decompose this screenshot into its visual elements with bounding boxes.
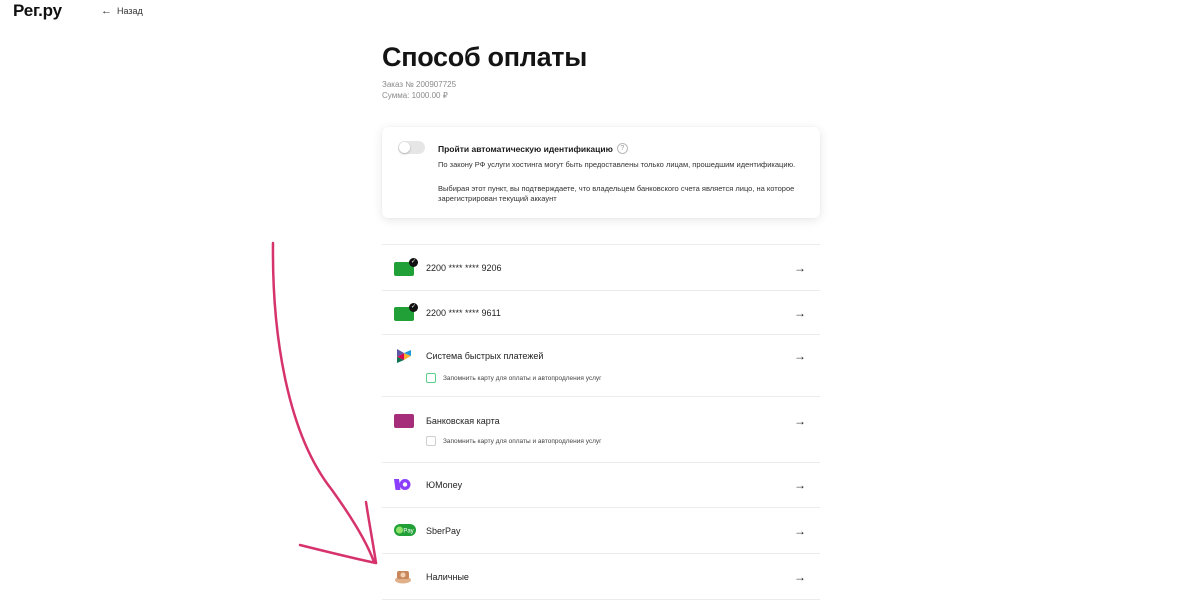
- payment-method-label: Система быстрых платежей: [426, 351, 544, 361]
- toggle-knob: [399, 142, 410, 153]
- payment-method-card-9611[interactable]: ✓ 2200 **** **** 9611 →: [382, 291, 820, 335]
- payment-method-card-9206[interactable]: ✓ 2200 **** **** 9206 →: [382, 245, 820, 291]
- check-icon: ✓: [409, 258, 418, 267]
- sberpay-icon: Pay: [394, 524, 416, 536]
- bank-card-icon: [394, 414, 414, 428]
- help-icon[interactable]: ?: [616, 143, 628, 154]
- saved-card-icon: ✓: [394, 258, 418, 276]
- remember-card-label: Запомнить карту для оплаты и автопродлен…: [443, 437, 602, 445]
- logo[interactable]: Рег.ру: [13, 1, 62, 21]
- page-title: Способ оплаты: [382, 42, 587, 72]
- arrow-left-icon: ←: [101, 4, 112, 17]
- order-info: Заказ № 200907725 Сумма: 1000.00 ₽: [382, 79, 456, 101]
- arrow-right-icon: →: [794, 478, 806, 492]
- back-link[interactable]: ← Назад: [101, 4, 143, 17]
- sberpay-icon-text: Pay: [403, 528, 413, 534]
- payment-method-yoomoney[interactable]: ЮMoney →: [382, 463, 820, 508]
- arrow-right-icon: →: [794, 570, 806, 584]
- payment-method-label: ЮMoney: [426, 480, 463, 490]
- payment-method-label: SberPay: [426, 526, 461, 536]
- identification-law-text: По закону РФ услуги хостинга могут быть …: [438, 160, 796, 169]
- payment-method-sbp[interactable]: Система быстрых платежей → Запомнить кар…: [382, 335, 820, 397]
- back-label: Назад: [117, 6, 143, 16]
- check-icon: ✓: [409, 303, 418, 312]
- yoomoney-icon: [394, 479, 411, 490]
- payment-method-cash[interactable]: Наличные →: [382, 554, 820, 600]
- remember-card-label: Запомнить карту для оплаты и автопродлен…: [443, 374, 602, 382]
- payment-method-sberpay[interactable]: Pay SberPay →: [382, 508, 820, 554]
- identification-title: Пройти автоматическую идентификацию ?: [438, 143, 628, 154]
- arrow-right-icon: →: [794, 349, 806, 363]
- identification-card: Пройти автоматическую идентификацию ? По…: [382, 127, 820, 218]
- arrow-right-icon: →: [794, 261, 806, 275]
- sbp-icon: [397, 349, 411, 363]
- cash-icon: [395, 571, 411, 584]
- remember-card-checkbox[interactable]: [426, 373, 436, 383]
- remember-card-option[interactable]: Запомнить карту для оплаты и автопродлен…: [426, 436, 602, 446]
- arrow-right-icon: →: [794, 524, 806, 538]
- order-amount: Сумма: 1000.00 ₽: [382, 91, 448, 100]
- identification-consent-text: Выбирая этот пункт, вы подтверждаете, чт…: [438, 184, 795, 203]
- saved-card-icon: ✓: [394, 303, 418, 321]
- arrow-right-icon: →: [794, 414, 806, 428]
- payment-method-label: Банковская карта: [426, 416, 500, 426]
- identification-toggle[interactable]: [398, 141, 425, 154]
- arrow-right-icon: →: [794, 306, 806, 320]
- payment-method-label: 2200 **** **** 9206: [426, 263, 502, 273]
- identification-title-text: Пройти автоматическую идентификацию: [438, 143, 613, 154]
- order-number: Заказ № 200907725: [382, 80, 457, 89]
- payment-method-label: 2200 **** **** 9611: [426, 308, 501, 318]
- payment-method-label: Наличные: [426, 572, 469, 582]
- remember-card-checkbox[interactable]: [426, 436, 436, 446]
- remember-card-option[interactable]: Запомнить карту для оплаты и автопродлен…: [426, 373, 602, 383]
- top-bar: Рег.ру ← Назад: [0, 0, 1200, 28]
- payment-methods-list: ✓ 2200 **** **** 9206 → ✓ 2200 **** ****…: [382, 244, 820, 600]
- payment-method-bank-card[interactable]: Банковская карта → Запомнить карту для о…: [382, 397, 820, 463]
